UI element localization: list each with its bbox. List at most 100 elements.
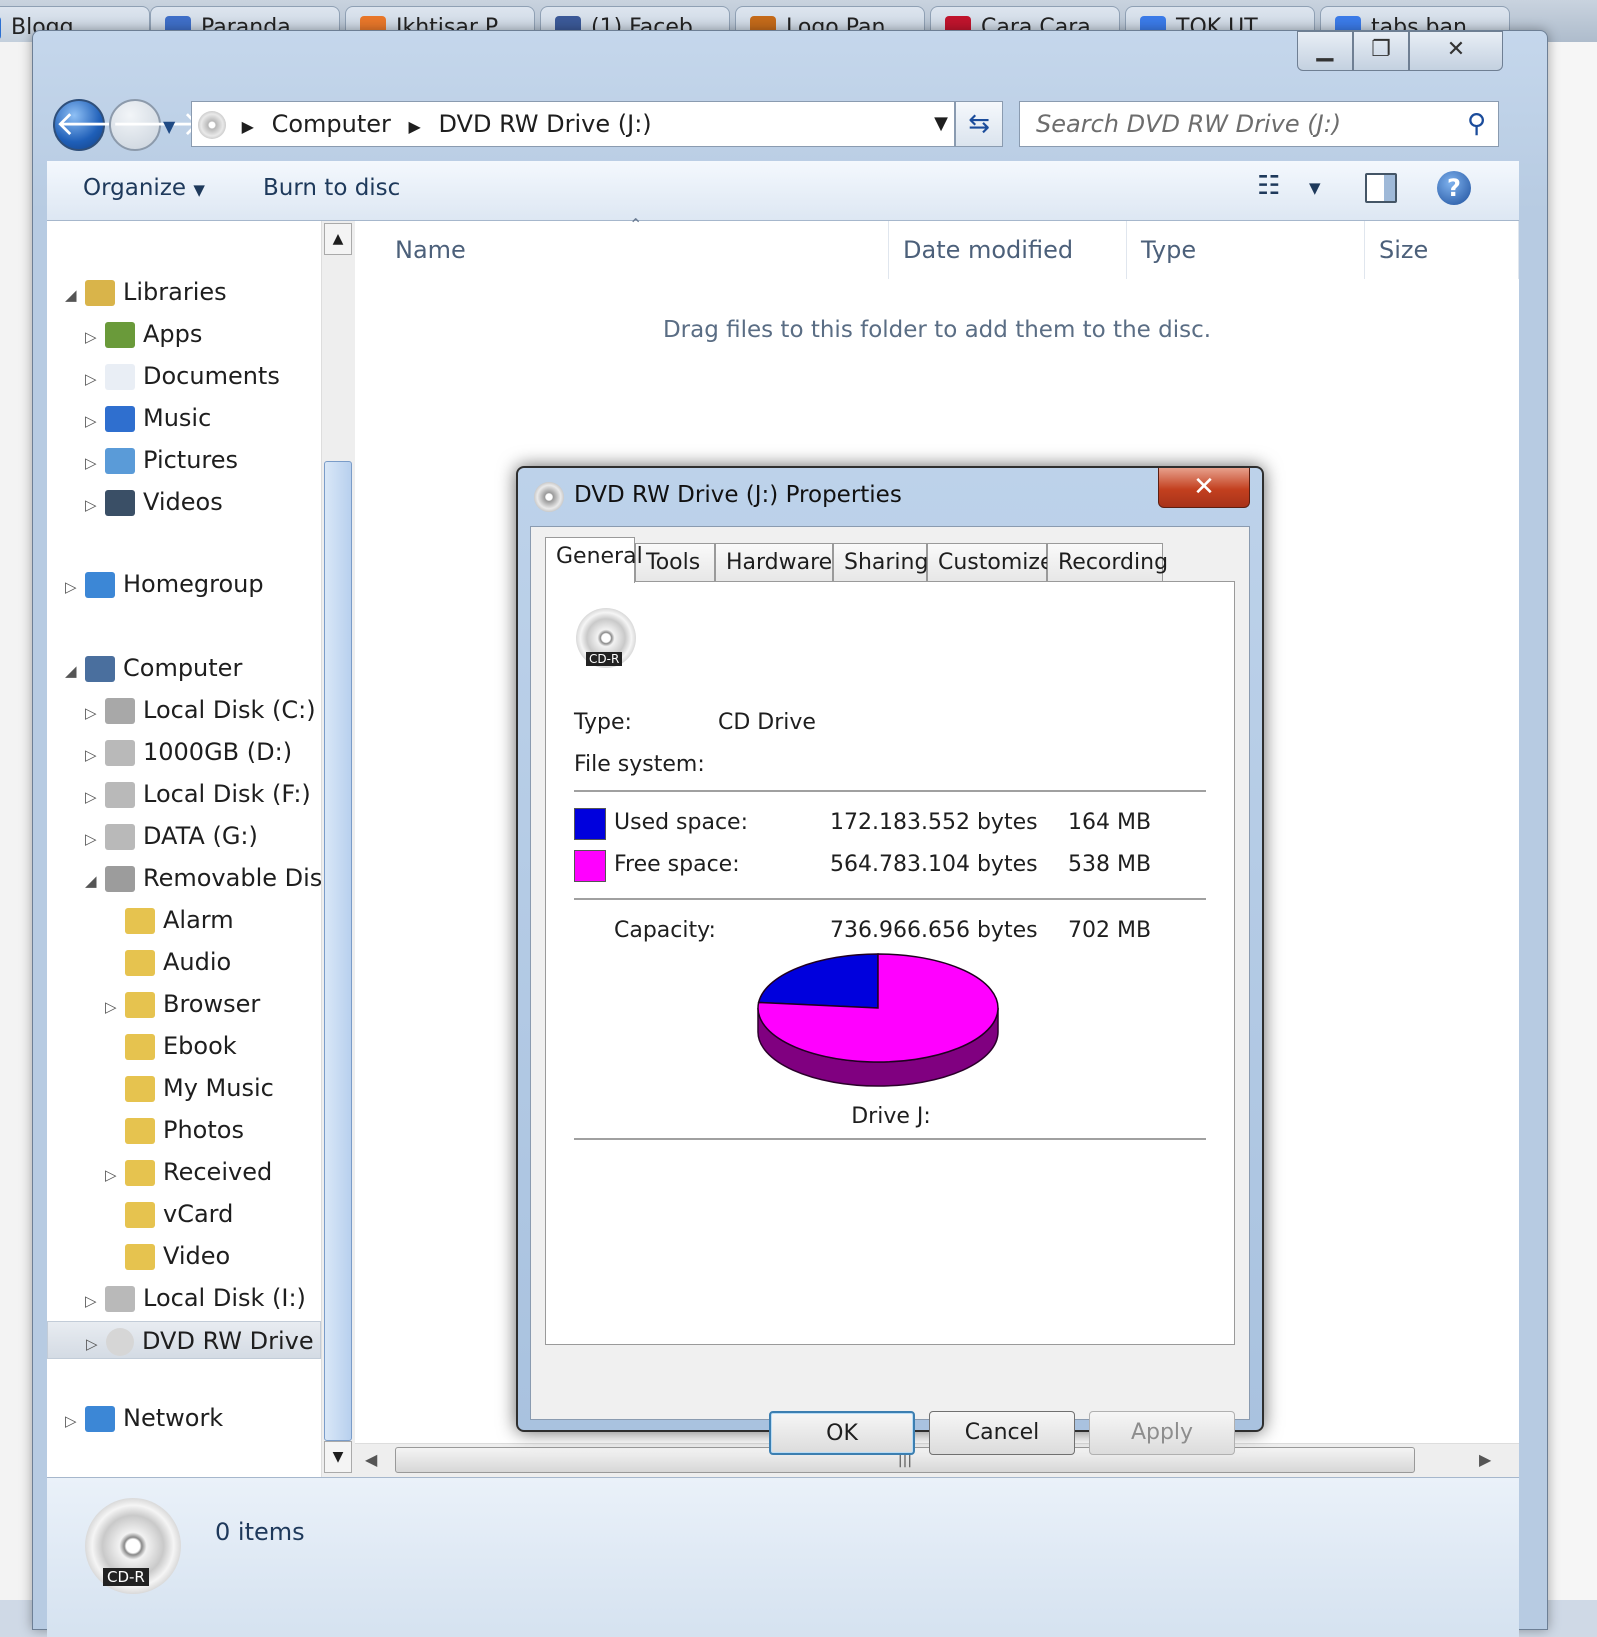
scroll-down-icon[interactable]: ▼ (324, 1441, 352, 1473)
scroll-up-icon[interactable]: ▲ (324, 223, 352, 255)
type-label: Type: (574, 710, 632, 735)
collapse-arrow-icon[interactable]: ◢ (65, 652, 85, 690)
nav-item-local-disk-f[interactable]: ▷ Local Disk (F:) (85, 775, 311, 813)
cancel-button[interactable]: Cancel (929, 1411, 1075, 1455)
forward-button[interactable]: 🡒 (109, 99, 202, 151)
expand-arrow-icon[interactable]: ▷ (85, 318, 105, 356)
navigation-pane-scrollbar[interactable]: ▲ ▼ (321, 221, 355, 1477)
used-space-swatch (574, 808, 606, 840)
tab-sharing[interactable]: Sharing (833, 543, 928, 583)
nav-item-videos[interactable]: ▷ Videos (85, 483, 223, 521)
apply-button[interactable]: Apply (1089, 1411, 1235, 1455)
refresh-button[interactable]: ⇆ (955, 101, 1003, 147)
search-icon[interactable]: ⚲ (1467, 102, 1486, 146)
breadcrumb-dvd-drive[interactable]: DVD RW Drive (J:) (439, 110, 652, 138)
burn-to-disc-button[interactable]: Burn to disc (263, 175, 400, 201)
nav-item-data-g[interactable]: ▷ DATA (G:) (85, 817, 258, 855)
breadcrumb-computer[interactable]: Computer (272, 110, 391, 138)
nav-item-label: Removable Disk (143, 864, 321, 892)
free-space-bytes: 564.783.104 bytes (830, 852, 1038, 877)
sort-ascending-icon: ⌃ (629, 215, 643, 234)
tab-recording[interactable]: Recording (1047, 543, 1168, 583)
column-header-size[interactable]: Size (1365, 221, 1519, 279)
nav-item-label: Network (123, 1404, 224, 1432)
nav-item-removable-disk[interactable]: ◢ Removable Disk (85, 859, 321, 897)
nav-item-1000gb-d[interactable]: ▷ 1000GB (D:) (85, 733, 292, 771)
capacity-bytes: 736.966.656 bytes (830, 918, 1038, 943)
nav-item-received[interactable]: ▷ Received (105, 1153, 272, 1191)
nav-item-vcard[interactable]: vCard (105, 1195, 233, 1233)
search-input[interactable]: Search DVD RW Drive (J:) ⚲ (1019, 101, 1499, 147)
nav-item-label: vCard (163, 1200, 234, 1228)
used-space-label: Used space: (614, 810, 749, 835)
organize-button[interactable]: Organize ▼ (83, 175, 205, 201)
address-dropdown-icon[interactable]: ▼ (934, 102, 948, 146)
view-options-dropdown[interactable]: ▼ (1309, 179, 1321, 197)
dialog-title: DVD RW Drive (J:) Properties (574, 482, 902, 508)
expand-arrow-icon[interactable]: ▷ (85, 402, 105, 440)
nav-item-apps[interactable]: ▷ Apps (85, 315, 202, 353)
type-value: CD Drive (718, 710, 816, 735)
nav-item-local-disk-c[interactable]: ▷ Local Disk (C:) (85, 691, 316, 729)
nav-item-dvd-rw-drive-j[interactable]: ▷DVD RW Drive (J:) (47, 1321, 321, 1359)
collapse-arrow-icon[interactable]: ◢ (65, 276, 85, 314)
expand-arrow-icon[interactable]: ▷ (85, 820, 105, 858)
expand-arrow-icon[interactable]: ▷ (65, 568, 85, 606)
expand-arrow-icon[interactable]: ▷ (86, 1325, 106, 1363)
breadcrumb-separator-icon[interactable]: ▶ (409, 117, 421, 136)
collapse-arrow-icon[interactable]: ◢ (85, 862, 105, 900)
nav-item-homegroup[interactable]: ▷ Homegroup (65, 565, 264, 603)
nav-item-local-disk-i[interactable]: ▷ Local Disk (I:) (85, 1279, 306, 1317)
dialog-close-button[interactable]: ✕ (1158, 468, 1250, 508)
nav-item-label: Local Disk (F:) (143, 780, 311, 808)
column-header-type[interactable]: Type (1127, 221, 1365, 279)
nav-item-video[interactable]: Video (105, 1237, 230, 1275)
expand-arrow-icon[interactable]: ▷ (85, 778, 105, 816)
nav-item-alarm[interactable]: Alarm (105, 901, 234, 939)
expand-arrow-icon[interactable]: ▷ (85, 360, 105, 398)
nav-item-photos[interactable]: Photos (105, 1111, 244, 1149)
change-view-icon[interactable]: ☷ (1257, 171, 1280, 201)
address-bar[interactable]: ▶ Computer ▶ DVD RW Drive (J:) ▼ (191, 101, 955, 147)
scrollbar-thumb[interactable] (324, 461, 352, 1441)
help-icon[interactable]: ? (1437, 171, 1471, 205)
nav-item-pictures[interactable]: ▷ Pictures (85, 441, 238, 479)
nav-item-computer[interactable]: ◢ Computer (65, 649, 242, 687)
expand-arrow-icon[interactable]: ▷ (105, 988, 125, 1026)
minimize-button[interactable]: ▁ (1297, 31, 1353, 71)
expand-arrow-icon[interactable]: ▷ (85, 486, 105, 524)
nav-item-documents[interactable]: ▷ Documents (85, 357, 280, 395)
expand-arrow-icon[interactable]: ▷ (65, 1402, 85, 1440)
nav-item-libraries[interactable]: ◢ Libraries (65, 273, 227, 311)
nav-item-my-music[interactable]: My Music (105, 1069, 274, 1107)
nav-item-label: Photos (163, 1116, 244, 1144)
recent-pages-dropdown[interactable]: ▼ (163, 117, 175, 136)
back-button[interactable]: 🡐 (53, 99, 146, 151)
network-icon (85, 1406, 115, 1432)
expand-arrow-icon[interactable]: ▷ (85, 694, 105, 732)
nav-item-music[interactable]: ▷ Music (85, 399, 211, 437)
scroll-left-icon[interactable]: ◀ (365, 1450, 377, 1469)
nav-item-ebook[interactable]: Ebook (105, 1027, 237, 1065)
nav-item-label: Libraries (123, 278, 227, 306)
scroll-right-icon[interactable]: ▶ (1479, 1450, 1491, 1469)
tab-tools[interactable]: Tools (635, 543, 715, 583)
maximize-button[interactable]: ❐ (1353, 31, 1409, 71)
breadcrumb-separator-icon[interactable]: ▶ (242, 117, 254, 136)
tab-customize[interactable]: Customize (927, 543, 1053, 583)
cd-r-icon-label: CD-R (586, 652, 623, 666)
close-button[interactable]: ✕ (1409, 31, 1503, 71)
tab-general[interactable]: General (545, 537, 643, 583)
ok-button[interactable]: OK (769, 1411, 915, 1455)
expand-arrow-icon[interactable]: ▷ (105, 1156, 125, 1194)
expand-arrow-icon[interactable]: ▷ (85, 444, 105, 482)
tab-hardware[interactable]: Hardware (715, 543, 833, 583)
nav-item-audio[interactable]: Audio (105, 943, 231, 981)
column-header-date-modified[interactable]: Date modified (889, 221, 1127, 279)
preview-pane-icon[interactable] (1365, 173, 1397, 203)
folder-icon (125, 1160, 155, 1186)
nav-item-browser[interactable]: ▷ Browser (105, 985, 260, 1023)
expand-arrow-icon[interactable]: ▷ (85, 1282, 105, 1320)
nav-item-network[interactable]: ▷ Network (65, 1399, 223, 1437)
expand-arrow-icon[interactable]: ▷ (85, 736, 105, 774)
